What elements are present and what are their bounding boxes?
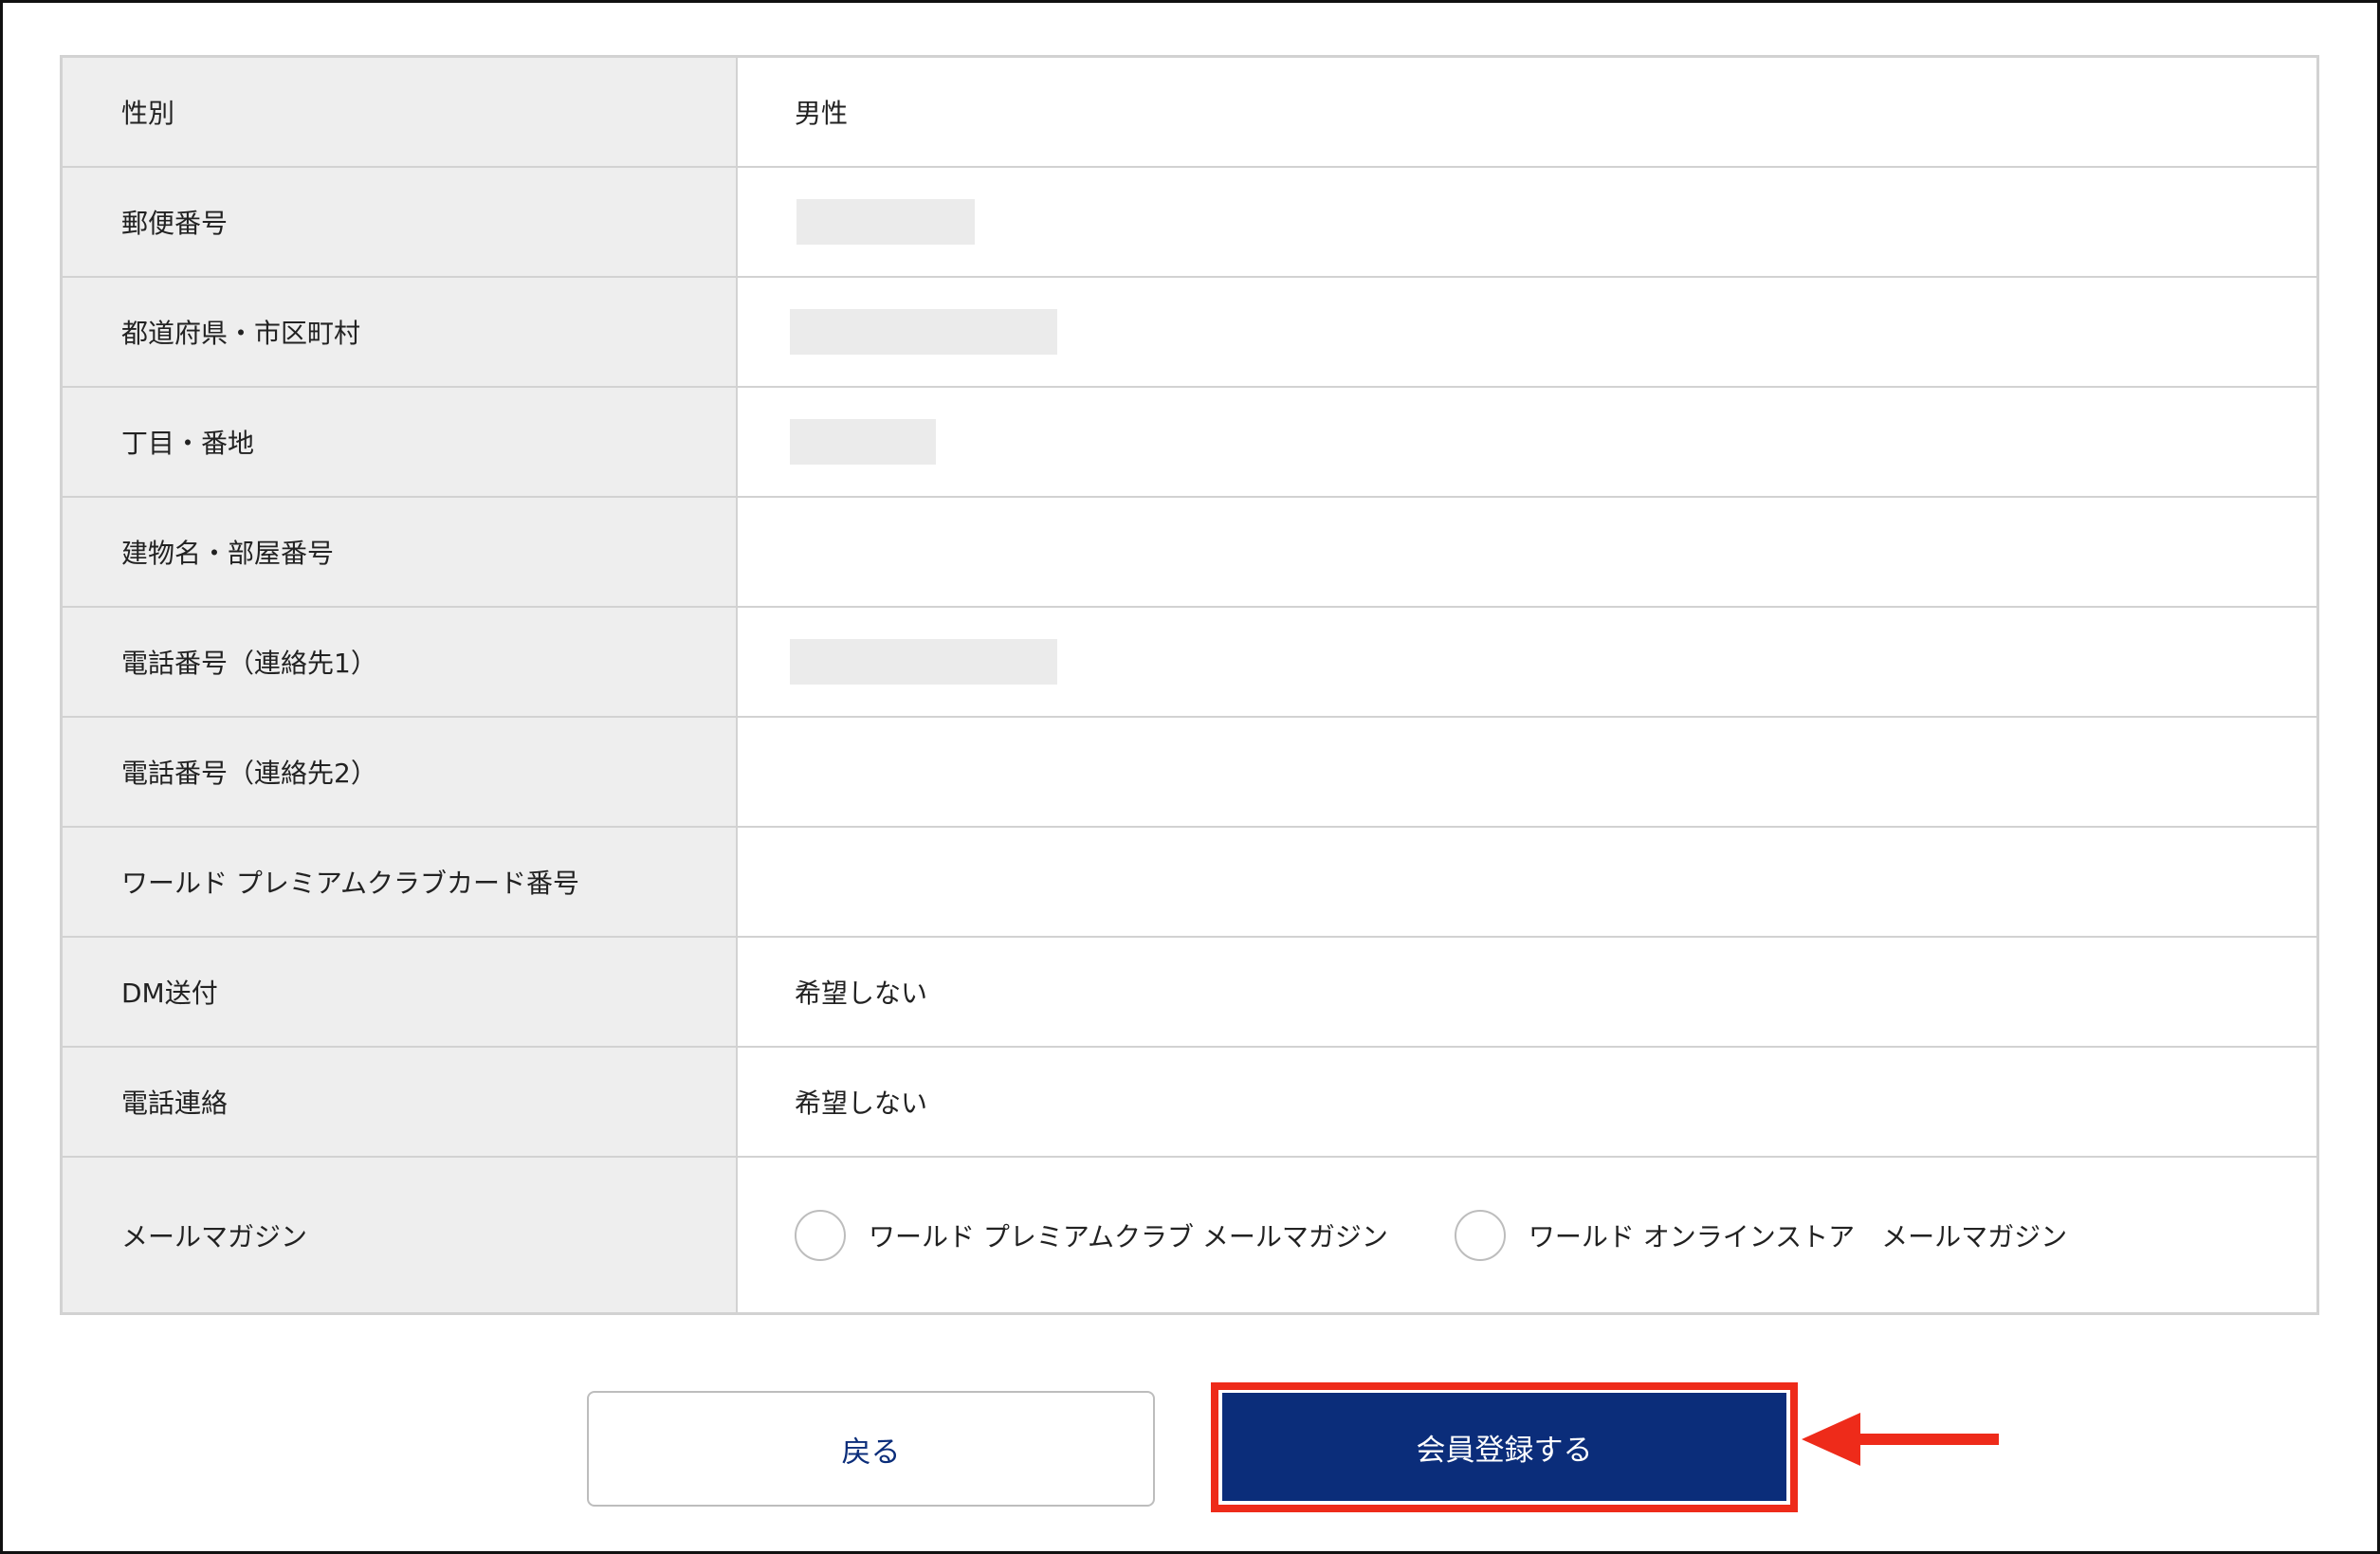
row-value-phone-2 bbox=[738, 718, 2316, 826]
row-value-postal-code bbox=[738, 168, 2316, 276]
row-value-prefecture-city bbox=[738, 278, 2316, 386]
newsletter-option-online-store[interactable]: ワールド オンラインストア メールマガジン bbox=[1454, 1209, 2068, 1261]
back-button[interactable]: 戻る bbox=[587, 1391, 1155, 1507]
table-row-phone-contact: 電話連絡 希望しない bbox=[63, 1048, 2316, 1158]
row-label-building: 建物名・部屋番号 bbox=[63, 498, 738, 606]
row-label-postal-code: 郵便番号 bbox=[63, 168, 738, 276]
row-label-phone-2: 電話番号（連絡先2） bbox=[63, 718, 738, 826]
row-value-building bbox=[738, 498, 2316, 606]
row-label-dm: DM送付 bbox=[63, 938, 738, 1046]
row-value-gender: 男性 bbox=[795, 98, 849, 129]
arrow-left-icon bbox=[1802, 1413, 1999, 1466]
table-row-postal-code: 郵便番号 bbox=[63, 168, 2316, 278]
row-label-phone-contact: 電話連絡 bbox=[63, 1048, 738, 1156]
table-row-phone-1: 電話番号（連絡先1） bbox=[63, 608, 2316, 718]
row-value-newsletter: ワールド プレミアムクラブ メールマガジン ワールド オンラインストア メールマ… bbox=[738, 1158, 2316, 1312]
masked-street-address bbox=[790, 419, 936, 465]
table-row-street-address: 丁目・番地 bbox=[63, 388, 2316, 498]
row-label-prefecture-city: 都道府県・市区町村 bbox=[63, 278, 738, 386]
row-label-street-address: 丁目・番地 bbox=[63, 388, 738, 496]
row-value-dm: 希望しない bbox=[795, 978, 928, 1009]
row-value-street-address bbox=[738, 388, 2316, 496]
radio-button-online-store[interactable] bbox=[1454, 1209, 1506, 1261]
newsletter-option-label: ワールド プレミアムクラブ メールマガジン bbox=[869, 1220, 1388, 1252]
radio-button-premium-club[interactable] bbox=[795, 1209, 846, 1261]
masked-postal-code bbox=[796, 199, 975, 245]
row-label-gender: 性別 bbox=[63, 58, 738, 166]
newsletter-option-premium-club[interactable]: ワールド プレミアムクラブ メールマガジン bbox=[795, 1209, 1388, 1261]
row-value-club-card bbox=[738, 828, 2316, 936]
row-label-club-card: ワールド プレミアムクラブカード番号 bbox=[63, 828, 738, 936]
masked-phone-1 bbox=[790, 639, 1057, 685]
newsletter-option-label: ワールド オンラインストア メールマガジン bbox=[1528, 1220, 2068, 1252]
register-button[interactable]: 会員登録する bbox=[1222, 1393, 1786, 1501]
newsletter-options: ワールド プレミアムクラブ メールマガジン ワールド オンラインストア メールマ… bbox=[795, 1209, 2133, 1261]
row-label-phone-1: 電話番号（連絡先1） bbox=[63, 608, 738, 716]
table-row-prefecture-city: 都道府県・市区町村 bbox=[63, 278, 2316, 388]
table-row-gender: 性別 男性 bbox=[63, 58, 2316, 168]
row-value-phone-1 bbox=[738, 608, 2316, 716]
row-label-newsletter: メールマガジン bbox=[63, 1158, 738, 1312]
masked-prefecture-city bbox=[790, 309, 1057, 355]
table-row-club-card: ワールド プレミアムクラブカード番号 bbox=[63, 828, 2316, 938]
member-confirmation-table: 性別 男性 郵便番号 都道府県・市区町村 丁目・番地 建物名・部屋番号 電話番号… bbox=[60, 55, 2319, 1315]
row-value-phone-contact: 希望しない bbox=[795, 1088, 928, 1119]
table-row-building: 建物名・部屋番号 bbox=[63, 498, 2316, 608]
table-row-phone-2: 電話番号（連絡先2） bbox=[63, 718, 2316, 828]
table-row-dm: DM送付 希望しない bbox=[63, 938, 2316, 1048]
table-row-newsletter: メールマガジン ワールド プレミアムクラブ メールマガジン ワールド オンライン… bbox=[63, 1158, 2316, 1312]
